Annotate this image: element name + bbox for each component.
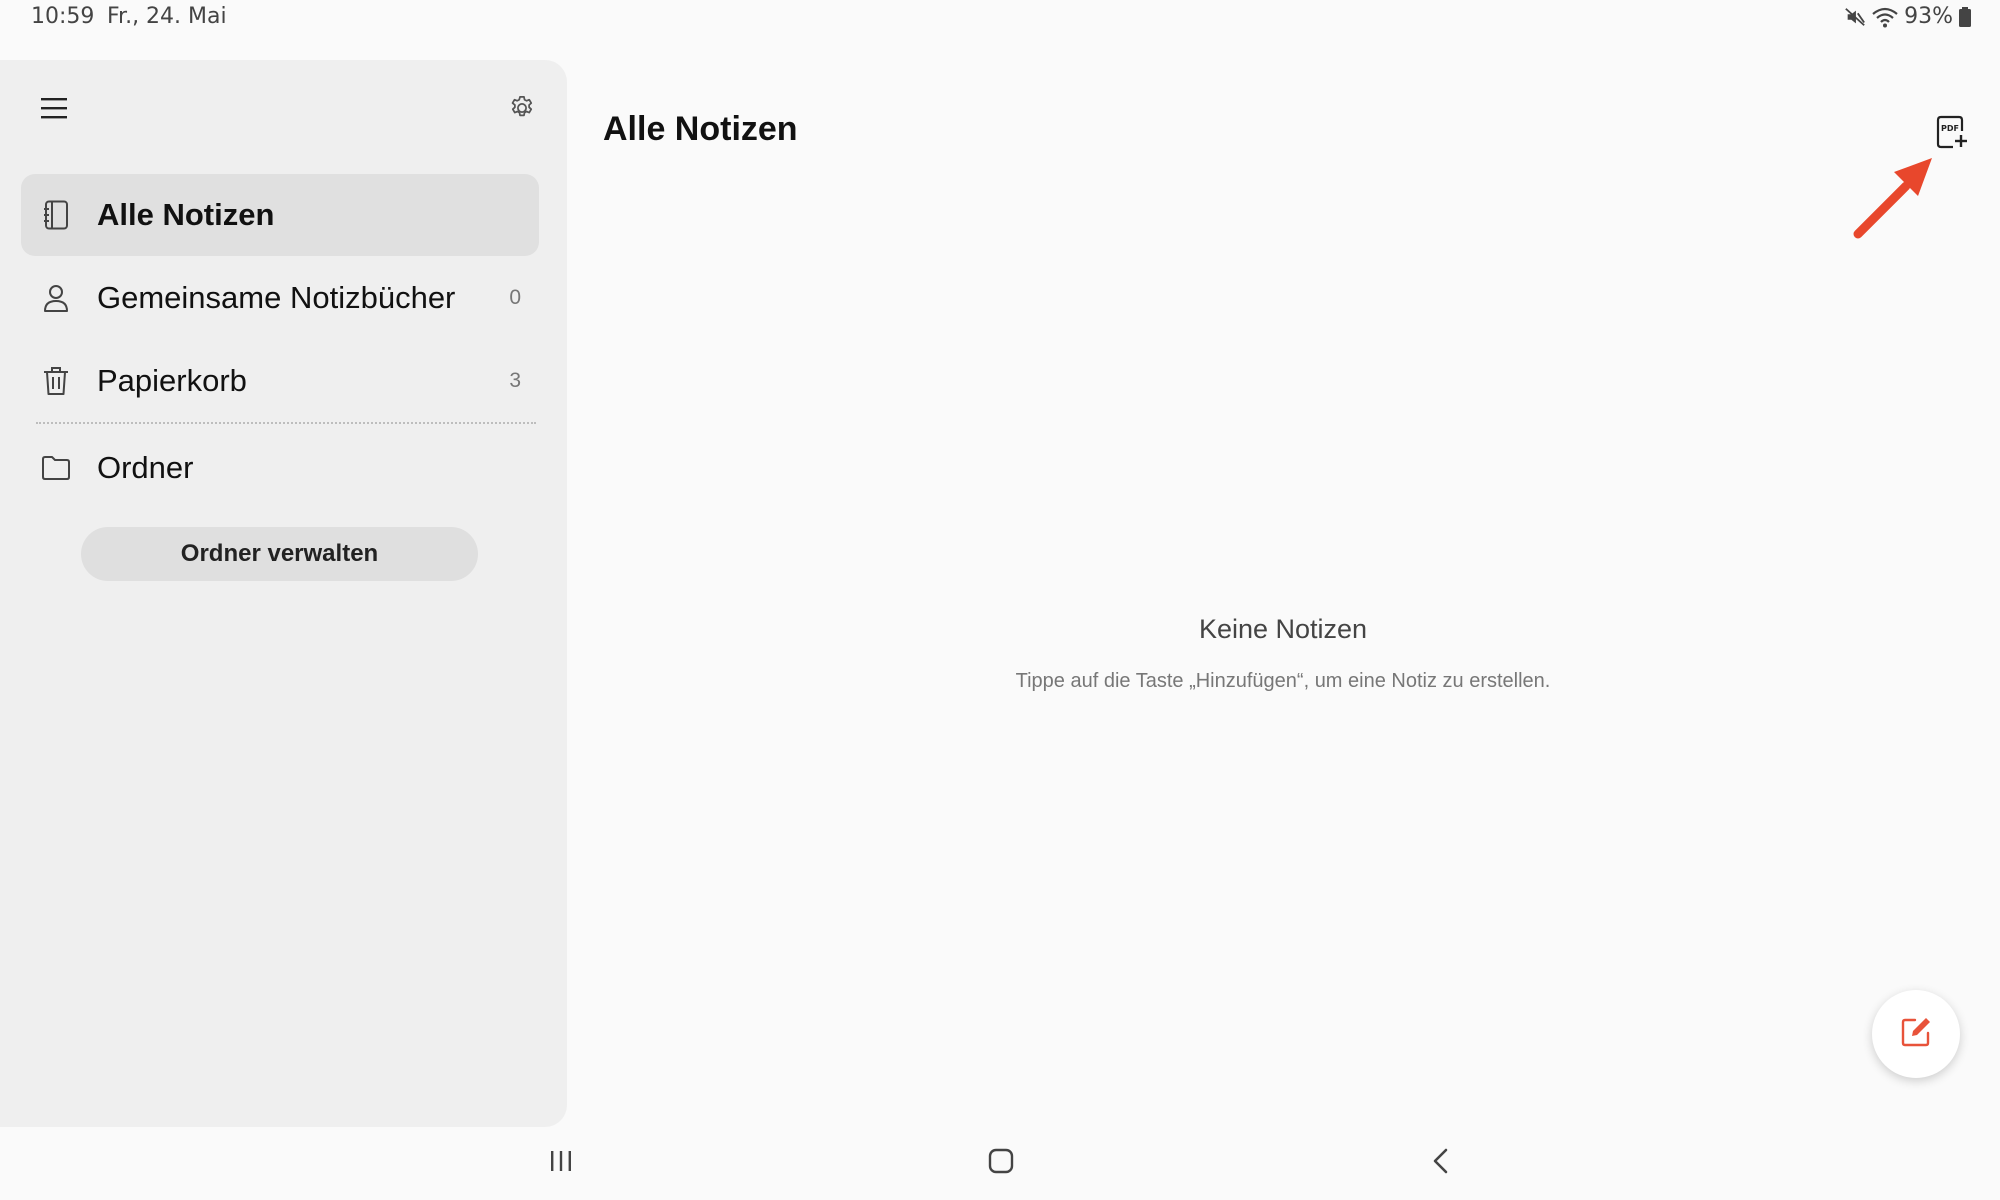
sidebar-item-all-notes[interactable]: Alle Notizen: [21, 174, 539, 256]
gear-icon: [508, 94, 536, 127]
import-pdf-button[interactable]: PDF: [1934, 114, 1970, 150]
manage-folders-button[interactable]: Ordner verwalten: [81, 527, 478, 581]
system-navigation-bar: [0, 1127, 2000, 1200]
status-icons: 93%: [1844, 4, 1971, 29]
sidebar-item-trash[interactable]: Papierkorb 3: [21, 340, 539, 422]
item-count: 3: [509, 369, 521, 392]
compose-icon: [1899, 1015, 1933, 1054]
item-count: 0: [509, 286, 521, 309]
new-note-button[interactable]: [1872, 990, 1960, 1078]
menu-button[interactable]: [32, 88, 76, 132]
status-bar: 10:59 Fr., 24. Mai 93%: [0, 0, 2000, 36]
sidebar-item-label: Alle Notizen: [97, 197, 275, 232]
notebook-icon: [39, 198, 73, 232]
annotation-arrow: [1853, 158, 1932, 239]
sidebar-item-label: Papierkorb: [97, 363, 247, 398]
hamburger-icon: [41, 97, 67, 124]
battery-level: 93%: [1904, 4, 1953, 29]
page-title: Alle Notizen: [603, 110, 798, 148]
recent-apps-icon: [549, 1149, 573, 1178]
trash-icon: [39, 364, 73, 398]
person-icon: [39, 281, 73, 315]
mute-icon: [1844, 6, 1866, 28]
folder-icon: [39, 451, 73, 485]
empty-state-title: Keine Notizen: [1198, 614, 1368, 644]
sidebar-item-shared-notebooks[interactable]: Gemeinsame Notizbücher 0: [21, 257, 539, 339]
settings-button[interactable]: [500, 88, 544, 132]
empty-state-subtitle: Tippe auf die Taste „Hinzufügen“, um ein…: [1015, 670, 1551, 692]
chevron-left-icon: [1431, 1148, 1451, 1179]
svg-text:PDF: PDF: [1941, 124, 1959, 133]
status-date: Fr., 24. Mai: [107, 4, 227, 29]
home-button[interactable]: [981, 1145, 1021, 1181]
sidebar-item-folders[interactable]: Ordner: [21, 427, 539, 509]
sidebar-item-label: Ordner: [97, 450, 194, 485]
back-button[interactable]: [1421, 1145, 1461, 1181]
divider: [36, 422, 536, 424]
pdf-add-icon: PDF: [1934, 115, 1970, 154]
wifi-icon: [1872, 6, 1898, 28]
sidebar: Alle Notizen Gemeinsame Notizbücher 0 Pa…: [0, 60, 567, 1127]
home-icon: [988, 1148, 1014, 1179]
battery-icon: [1959, 6, 1971, 27]
recent-apps-button[interactable]: [541, 1145, 581, 1181]
status-time: 10:59: [31, 4, 95, 29]
sidebar-item-label: Gemeinsame Notizbücher: [97, 280, 456, 315]
